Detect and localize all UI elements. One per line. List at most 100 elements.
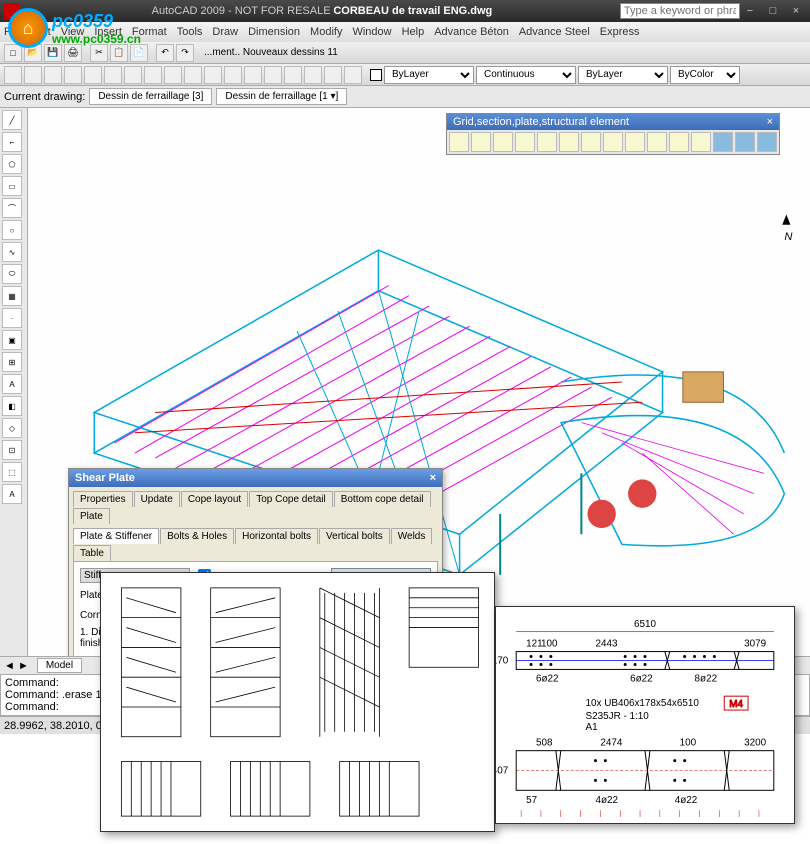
tb-icon[interactable] bbox=[204, 66, 222, 84]
watermark-text: pc0359 bbox=[52, 11, 141, 32]
ft-icon[interactable] bbox=[603, 132, 623, 152]
menu-express[interactable]: Express bbox=[600, 26, 640, 38]
menu-modify[interactable]: Modify bbox=[310, 26, 342, 38]
ft-icon[interactable] bbox=[647, 132, 667, 152]
watermark: ⌂ pc0359 www.pc0359.cn bbox=[8, 8, 141, 48]
point-icon[interactable]: · bbox=[2, 308, 22, 328]
rectangle-icon[interactable]: ▭ bbox=[2, 176, 22, 196]
maximize-button[interactable]: □ bbox=[763, 5, 783, 17]
linetype-combo[interactable]: Continuous bbox=[476, 66, 576, 84]
tool-icon[interactable]: ⊡ bbox=[2, 440, 22, 460]
tool-icon[interactable]: ⬚ bbox=[2, 462, 22, 482]
tb-icon[interactable] bbox=[44, 66, 62, 84]
ft-icon[interactable] bbox=[493, 132, 513, 152]
tb-icon[interactable] bbox=[244, 66, 262, 84]
drawing-tab[interactable]: Dessin de ferraillage [3] bbox=[89, 88, 212, 105]
svg-text:407: 407 bbox=[496, 765, 508, 776]
ft-icon[interactable] bbox=[691, 132, 711, 152]
text-icon[interactable]: A bbox=[2, 374, 22, 394]
ft-icon[interactable] bbox=[581, 132, 601, 152]
floating-toolbar-close[interactable]: × bbox=[767, 116, 773, 128]
tb-icon[interactable] bbox=[184, 66, 202, 84]
ft-icon[interactable] bbox=[757, 132, 777, 152]
ft-icon[interactable] bbox=[537, 132, 557, 152]
tb-icon[interactable] bbox=[124, 66, 142, 84]
tab-table[interactable]: Table bbox=[73, 545, 111, 561]
table-icon[interactable]: ⊞ bbox=[2, 352, 22, 372]
region-icon[interactable]: ◧ bbox=[2, 396, 22, 416]
svg-text:57: 57 bbox=[526, 795, 537, 806]
tb-icon[interactable] bbox=[264, 66, 282, 84]
plotcolor-combo[interactable]: ByColor bbox=[670, 66, 740, 84]
lineweight-combo[interactable]: ByLayer bbox=[578, 66, 668, 84]
ft-icon[interactable] bbox=[735, 132, 755, 152]
tb-icon[interactable] bbox=[24, 66, 42, 84]
ellipse-icon[interactable]: ⬭ bbox=[2, 264, 22, 284]
svg-text:S235JR - 1:10: S235JR - 1:10 bbox=[586, 711, 650, 722]
circle-icon[interactable]: ○ bbox=[2, 220, 22, 240]
tb-icon[interactable] bbox=[324, 66, 342, 84]
tool-icon[interactable]: ◇ bbox=[2, 418, 22, 438]
dialog-close-icon[interactable]: × bbox=[430, 472, 436, 484]
tab-bolts-holes[interactable]: Bolts & Holes bbox=[160, 528, 234, 544]
tab-top-cope[interactable]: Top Cope detail bbox=[249, 491, 333, 507]
line-icon[interactable]: ╱ bbox=[2, 110, 22, 130]
svg-text:3079: 3079 bbox=[744, 639, 767, 650]
draw-toolbar: ╱ ⌐ ⬠ ▭ ⌒ ○ ∿ ⬭ ▦ · ▣ ⊞ A ◧ ◇ ⊡ ⬚ A bbox=[0, 108, 28, 656]
tab-vertical-bolts[interactable]: Vertical bolts bbox=[319, 528, 390, 544]
tb-icon[interactable] bbox=[284, 66, 302, 84]
menu-advance-beton[interactable]: Advance Béton bbox=[434, 26, 509, 38]
ft-icon[interactable] bbox=[559, 132, 579, 152]
hatch-icon[interactable]: ▦ bbox=[2, 286, 22, 306]
menu-draw[interactable]: Draw bbox=[212, 26, 238, 38]
svg-text:6ø22: 6ø22 bbox=[536, 673, 559, 684]
tb-icon[interactable] bbox=[4, 66, 22, 84]
floating-toolbar-title: Grid,section,plate,structural element bbox=[453, 116, 629, 128]
ft-icon[interactable] bbox=[449, 132, 469, 152]
minimize-button[interactable]: − bbox=[740, 5, 760, 17]
menu-dimension[interactable]: Dimension bbox=[248, 26, 300, 38]
block-icon[interactable]: ▣ bbox=[2, 330, 22, 350]
tb-icon[interactable] bbox=[164, 66, 182, 84]
menu-advance-steel[interactable]: Advance Steel bbox=[519, 26, 590, 38]
tb-icon[interactable] bbox=[224, 66, 242, 84]
redo-icon[interactable]: ↷ bbox=[176, 44, 194, 62]
tab-properties[interactable]: Properties bbox=[73, 491, 133, 507]
drawing-tab[interactable]: Dessin de ferraillage [1 ▾] bbox=[216, 88, 347, 105]
tab-update[interactable]: Update bbox=[134, 491, 180, 507]
svg-text:2474: 2474 bbox=[600, 738, 623, 749]
color-swatch[interactable] bbox=[370, 69, 382, 81]
polyline-icon[interactable]: ⌐ bbox=[2, 132, 22, 152]
ft-icon[interactable] bbox=[669, 132, 689, 152]
ft-icon[interactable] bbox=[713, 132, 733, 152]
ft-icon[interactable] bbox=[471, 132, 491, 152]
close-button[interactable]: × bbox=[786, 5, 806, 17]
menu-tools[interactable]: Tools bbox=[177, 26, 203, 38]
tab-welds[interactable]: Welds bbox=[391, 528, 433, 544]
tb-icon[interactable] bbox=[64, 66, 82, 84]
polygon-icon[interactable]: ⬠ bbox=[2, 154, 22, 174]
tab-horizontal-bolts[interactable]: Horizontal bolts bbox=[235, 528, 318, 544]
tab-bottom-cope[interactable]: Bottom cope detail bbox=[334, 491, 431, 507]
ft-icon[interactable] bbox=[625, 132, 645, 152]
layer-combo[interactable]: ByLayer bbox=[384, 66, 474, 84]
undo-icon[interactable]: ↶ bbox=[156, 44, 174, 62]
dialog-title: Shear Plate bbox=[75, 472, 135, 484]
tb-icon[interactable] bbox=[104, 66, 122, 84]
spline-icon[interactable]: ∿ bbox=[2, 242, 22, 262]
floating-toolbar[interactable]: Grid,section,plate,structural element × bbox=[446, 113, 780, 155]
arc-icon[interactable]: ⌒ bbox=[2, 198, 22, 218]
menu-help[interactable]: Help bbox=[402, 26, 425, 38]
help-search-input[interactable] bbox=[620, 3, 740, 19]
model-tab[interactable]: Model bbox=[37, 658, 82, 673]
tool-icon[interactable]: A bbox=[2, 484, 22, 504]
tab-cope-layout[interactable]: Cope layout bbox=[181, 491, 248, 507]
tb-icon[interactable] bbox=[344, 66, 362, 84]
tb-icon[interactable] bbox=[84, 66, 102, 84]
tb-icon[interactable] bbox=[304, 66, 322, 84]
tb-icon[interactable] bbox=[144, 66, 162, 84]
ft-icon[interactable] bbox=[515, 132, 535, 152]
tab-plate-stiffener[interactable]: Plate & Stiffener bbox=[73, 528, 159, 544]
menu-window[interactable]: Window bbox=[352, 26, 391, 38]
tab-plate[interactable]: Plate bbox=[73, 508, 110, 524]
